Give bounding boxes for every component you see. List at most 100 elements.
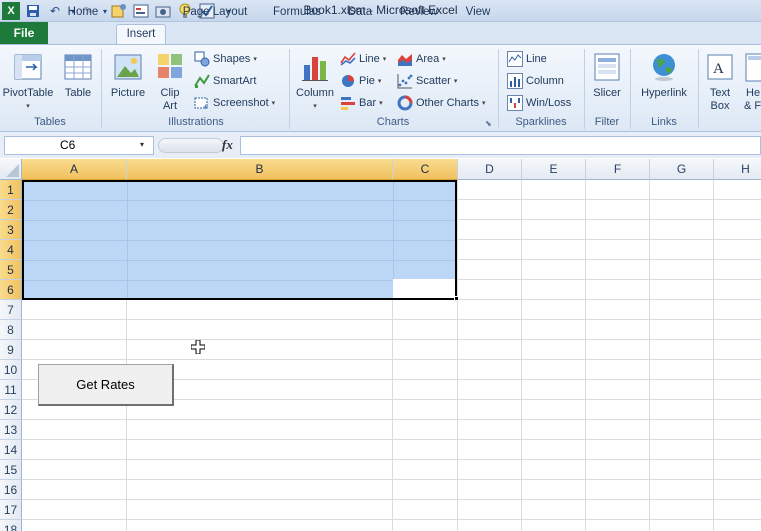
gridline	[22, 319, 761, 320]
bar-chart-icon	[341, 97, 355, 110]
tab-page-layout[interactable]: Page Layout	[178, 3, 252, 22]
screenshot-button[interactable]: + Screenshot ▾	[194, 93, 275, 113]
window-title: Book1.xlsm - Microsoft Excel	[303, 3, 458, 17]
row-header-8[interactable]: 8	[0, 320, 22, 340]
name-box-dropdown-icon[interactable]: ▾	[140, 140, 144, 149]
row-header-9[interactable]: 9	[0, 340, 22, 360]
shapes-button[interactable]: Shapes ▾	[194, 49, 257, 69]
textbox-button[interactable]: A Text Box	[702, 47, 738, 113]
title-bar: X ↶ ▾ ↷ ▾ ▾ Book1.xlsm - Microsoft Excel	[0, 0, 761, 22]
charts-dialog-launcher-icon[interactable]: ⬊	[485, 119, 492, 128]
area-chart-dropdown-icon: ▾	[442, 56, 446, 63]
column-header-f[interactable]: F	[586, 159, 650, 180]
insert-function-icon[interactable]: fx	[222, 137, 233, 153]
gridline	[22, 459, 761, 460]
row-header-11[interactable]: 11	[0, 380, 22, 400]
sparkline-column-icon	[507, 73, 523, 89]
tab-insert[interactable]: Insert	[116, 24, 166, 44]
sparkline-winloss-icon	[507, 95, 523, 111]
pivottable-label: PivotTable	[2, 87, 54, 99]
sparkline-winloss-button[interactable]: Win/Loss	[507, 93, 571, 113]
tab-formulas[interactable]: Formulas	[266, 3, 328, 22]
gridline	[22, 439, 761, 440]
row-header-16[interactable]: 16	[0, 480, 22, 500]
name-box[interactable]: C6	[4, 136, 154, 155]
row-header-7[interactable]: 7	[0, 300, 22, 320]
gridline	[22, 519, 761, 520]
bar-chart-button[interactable]: Bar ▾	[340, 93, 383, 113]
row-header-1[interactable]: 1	[0, 180, 22, 200]
fill-handle[interactable]	[454, 296, 459, 301]
other-charts-button[interactable]: Other Charts ▾	[397, 93, 485, 113]
sparkline-column-button[interactable]: Column	[507, 71, 564, 91]
table-icon	[64, 54, 92, 80]
tab-home[interactable]: Home	[58, 3, 108, 22]
column-chart-dropdown-icon: ▾	[313, 103, 317, 110]
gridline	[22, 499, 761, 500]
picture-button[interactable]: Picture	[106, 47, 150, 100]
gridline	[24, 200, 455, 201]
row-header-6[interactable]: 6	[0, 280, 22, 300]
row-header-10[interactable]: 10	[0, 360, 22, 380]
row-header-18[interactable]: 18	[0, 520, 22, 531]
slicer-label: Slicer	[593, 87, 621, 99]
pie-chart-button[interactable]: Pie ▾	[340, 71, 381, 91]
selected-range[interactable]	[22, 180, 457, 300]
gridline	[24, 260, 455, 261]
picture-label: Picture	[110, 87, 146, 99]
column-header-d[interactable]: D	[458, 159, 522, 180]
column-header-h[interactable]: H	[714, 159, 761, 180]
table-button[interactable]: Table	[58, 47, 98, 100]
pivottable-icon	[14, 54, 42, 80]
row-header-15[interactable]: 15	[0, 460, 22, 480]
row-header-14[interactable]: 14	[0, 440, 22, 460]
smartart-button[interactable]: SmartArt	[194, 71, 256, 91]
tab-file[interactable]: File	[0, 22, 48, 44]
column-header-b[interactable]: B	[127, 159, 393, 180]
scatter-chart-dropdown-icon: ▾	[453, 78, 458, 85]
line-chart-dropdown-icon: ▾	[382, 56, 387, 63]
scatter-chart-button[interactable]: Scatter ▾	[397, 71, 457, 91]
hyperlink-button[interactable]: Hyperlink	[634, 47, 694, 100]
textbox-label-2: Box	[710, 100, 730, 112]
area-chart-button[interactable]: Area ▾	[397, 49, 446, 69]
header-footer-label-1: He	[746, 87, 761, 99]
shapes-icon	[194, 51, 210, 67]
sparkline-line-button[interactable]: Line	[507, 49, 547, 69]
group-label-tables: Tables	[34, 116, 66, 128]
bar-chart-label: Bar	[359, 97, 377, 109]
row-header-5[interactable]: 5	[0, 260, 22, 280]
line-chart-button[interactable]: Line ▾	[340, 49, 386, 69]
row-header-13[interactable]: 13	[0, 420, 22, 440]
active-cell-c6[interactable]	[393, 279, 455, 298]
hyperlink-globe-icon	[653, 54, 675, 81]
group-separator	[101, 49, 102, 129]
row-header-2[interactable]: 2	[0, 200, 22, 220]
select-all-corner[interactable]	[0, 159, 22, 180]
gridline	[22, 339, 761, 340]
row-header-17[interactable]: 17	[0, 500, 22, 520]
pivottable-button[interactable]: PivotTable ▾	[0, 47, 56, 113]
column-header-c[interactable]: C	[393, 159, 458, 180]
other-charts-icon	[397, 95, 413, 111]
header-footer-button[interactable]: He & F	[740, 47, 761, 113]
gridline	[24, 240, 455, 241]
gridline	[24, 280, 455, 281]
sparkline-line-label: Line	[526, 53, 547, 65]
column-chart-button[interactable]: Column ▾	[292, 47, 338, 113]
column-header-a[interactable]: A	[22, 159, 127, 180]
tab-data[interactable]: Data	[340, 3, 380, 22]
slicer-button[interactable]: Slicer	[586, 47, 628, 100]
formula-input[interactable]	[240, 136, 761, 155]
get-rates-button[interactable]: Get Rates	[38, 364, 174, 406]
column-header-e[interactable]: E	[522, 159, 586, 180]
column-header-g[interactable]: G	[650, 159, 714, 180]
tab-review[interactable]: Review	[392, 3, 446, 22]
row-header-4[interactable]: 4	[0, 240, 22, 260]
sparkline-column-label: Column	[526, 75, 564, 87]
worksheet-grid[interactable]: A B C D E F G H 1 2 3 4 5 6 7 8 9 10 11 …	[0, 159, 761, 531]
row-header-3[interactable]: 3	[0, 220, 22, 240]
clipart-button[interactable]: Clip Art	[152, 47, 188, 113]
row-header-12[interactable]: 12	[0, 400, 22, 420]
tab-view[interactable]: View	[456, 3, 500, 22]
